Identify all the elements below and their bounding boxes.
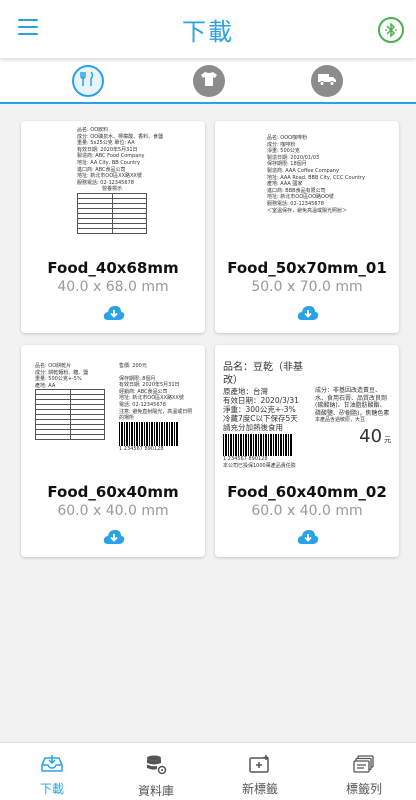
nav-label: 新標籤 [241, 782, 278, 796]
label-preview: 品名: OO餅乾片 成分: 餅乾麵粉、糖、鹽 重量: 500公克+-5% 產地:… [31, 351, 195, 481]
label-preview: 品名: OO飲料 成分: OO礦泉水、檸檬酸、香料、食鹽 重量: 5x25公克 … [31, 127, 195, 257]
app-bar: 下載 [0, 0, 416, 58]
template-name: Food_50x70mm_01 [227, 259, 387, 277]
preview-line: 注意: 避免直射陽光，高溫或日照的場所 [119, 408, 193, 422]
template-card[interactable]: 品名: OO飲料 成分: OO礦泉水、檸檬酸、香料、食鹽 重量: 5x25公克 … [21, 121, 205, 333]
category-logistics-tab[interactable] [311, 65, 343, 97]
nutrition-table [35, 389, 105, 441]
price-unit: 元 [384, 435, 391, 444]
cloud-download-icon[interactable] [103, 529, 125, 545]
nav-label: 標籤列 [345, 782, 382, 796]
preview-line: 營養標示 [101, 186, 122, 193]
nav-new-label[interactable]: 新標籤 [208, 743, 312, 800]
cloud-download-icon[interactable] [103, 305, 125, 321]
category-clothing-tab[interactable] [193, 65, 225, 97]
preview-line: 本產品含過敏原，大豆 [315, 417, 366, 423]
template-size: 60.0 x 40.0 mm [57, 503, 169, 519]
price-value: 40 [359, 425, 383, 447]
cloud-download-icon[interactable] [297, 529, 319, 545]
preview-line: 本公司已投保1000萬產品責任險 [223, 462, 296, 469]
preview-line: 品名：豆乾（非基改） [223, 362, 303, 386]
preview-line: 服務電話: 02-12345678 [267, 200, 324, 207]
nav-database[interactable]: 資料庫 [104, 743, 208, 800]
preview-line: 有效日期: 2020年5月31日 [119, 382, 180, 389]
barcode-number: 1 234567 890128 [119, 445, 164, 452]
tshirt-icon [200, 71, 218, 91]
label-list-icon [353, 755, 375, 777]
nav-label-list[interactable]: 標籤列 [312, 743, 416, 800]
preview-line: 製造商: ABC Food Company [77, 153, 145, 160]
new-label-icon [249, 755, 271, 777]
truck-icon [317, 71, 337, 91]
bottom-navigation: 下載 資料庫 新標籤 標籤列 [0, 742, 416, 800]
preview-line: 淨重: 500公克 [267, 148, 300, 155]
preview-line: 地址: AA City, BB Country [77, 159, 141, 166]
preview-line: 電話: 02-12345678 [119, 401, 166, 408]
label-preview: 品名: OOO咖啡粉 成分: 咖啡粉 淨重: 500公克 製造日期: 2020/… [225, 127, 389, 257]
nav-label: 下載 [39, 782, 64, 796]
nav-label: 資料庫 [137, 784, 174, 798]
menu-icon[interactable] [18, 19, 38, 35]
preview-line: 地址: 新北市OO區XX路XX號 [119, 395, 184, 402]
preview-line: 品名: OO餅乾片 [35, 363, 72, 369]
page-title: 下載 [182, 17, 234, 46]
template-size: 50.0 x 70.0 mm [251, 279, 363, 295]
template-card[interactable]: 品名：豆乾（非基改） 原產地：台灣 有效日期：2020/3/31 淨重：300公… [215, 345, 399, 557]
preview-line: 品名: OOO咖啡粉 [267, 135, 308, 141]
download-tray-icon [41, 755, 63, 777]
cloud-download-icon[interactable] [297, 305, 319, 321]
template-size: 40.0 x 68.0 mm [57, 279, 169, 295]
preview-line: 品名: OO飲料 [77, 127, 109, 133]
preview-line: 原產地：台灣 [223, 387, 268, 396]
preview-line: 重量: 5x25公克 單位: AA [77, 140, 135, 147]
preview-line: 冷藏7度C以下保存5天 [223, 414, 298, 423]
preview-line: 製造商: AAA Coffee Company [267, 167, 339, 174]
preview-line: 服務電話: 02-12345678 [77, 179, 134, 186]
template-size: 60.0 x 40.0 mm [251, 503, 363, 519]
utensils-icon [79, 70, 97, 92]
barcode-number: 1 234567 890128 [223, 456, 268, 462]
template-card[interactable]: 品名: OOO咖啡粉 成分: 咖啡粉 淨重: 500公克 製造日期: 2020/… [215, 121, 399, 333]
preview-line: 請充分加熱後食用 [223, 423, 283, 432]
preview-line: 淨重：300公克+-3% [223, 405, 296, 414]
barcode [223, 434, 293, 456]
template-name: Food_60x40mm_02 [227, 483, 387, 501]
preview-line: 地址: 新北市OO區XX路XX號 [77, 173, 142, 180]
preview-line: 成分：非基因改造黃豆、水、食用石膏、品質改良劑(碳酸鈉)、甘油脂肪酸酯、磷酸鹽、… [315, 387, 390, 417]
preview-line: 地址: 新北市OO區OO路OO號 [267, 194, 334, 201]
preview-line: ＜室溫保存，避免高溫或陽光照射＞ [267, 207, 348, 214]
barcode [119, 421, 179, 446]
category-food-tab[interactable] [72, 65, 104, 97]
nav-download[interactable]: 下載 [0, 743, 104, 800]
template-name: Food_40x68mm [47, 259, 179, 277]
database-settings-icon [145, 755, 167, 779]
label-preview: 品名：豆乾（非基改） 原產地：台灣 有效日期：2020/3/31 淨重：300公… [223, 351, 393, 481]
template-card[interactable]: 品名: OO餅乾片 成分: 餅乾麵粉、糖、鹽 重量: 500公克+-5% 產地:… [21, 345, 205, 557]
preview-line: 重量: 500公克+-5% [35, 376, 82, 383]
nutrition-table [77, 192, 147, 234]
category-bar [0, 58, 416, 104]
preview-line: 保存期限: 18個月 [267, 161, 307, 168]
preview-line: 售價: 200元 [119, 363, 147, 369]
preview-line: 產地: AA [35, 382, 56, 389]
template-name: Food_60x40mm [47, 483, 179, 501]
preview-line: 有效日期：2020/3/31 [223, 396, 299, 405]
bluetooth-icon[interactable] [378, 17, 404, 43]
preview-line: 產地: AAA 國家 [267, 181, 303, 188]
